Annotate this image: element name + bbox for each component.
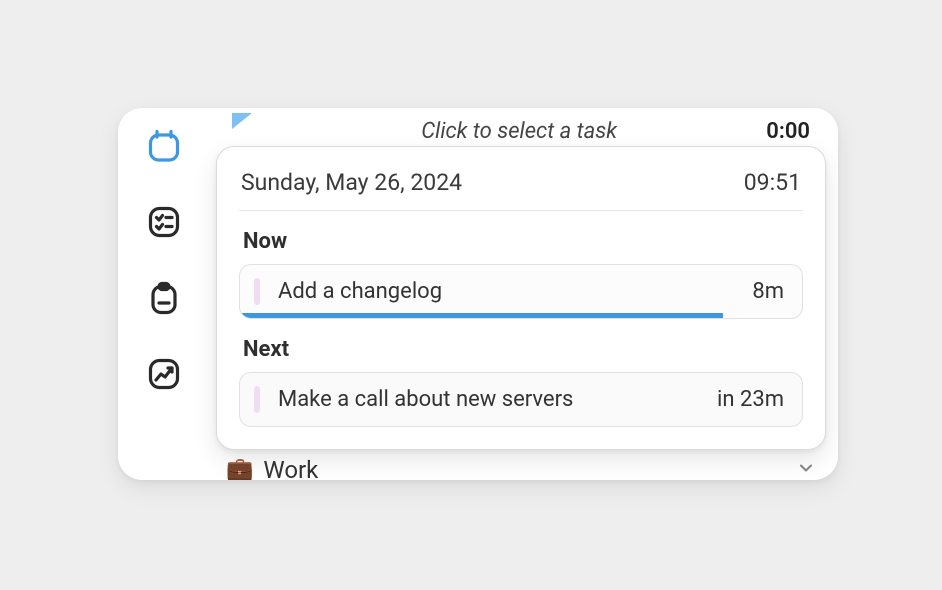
now-label: Now: [243, 229, 803, 254]
task-color-tag: [254, 386, 260, 413]
calendar-icon[interactable]: [144, 126, 184, 166]
app-window: Click to select a task 0:00 Sunday, May …: [118, 108, 838, 480]
now-task[interactable]: Add a changelog 8m: [239, 264, 803, 319]
agenda-date: Sunday, May 26, 2024: [241, 169, 462, 196]
clipboard-icon[interactable]: [144, 278, 184, 318]
main-area: Click to select a task 0:00 Sunday, May …: [210, 108, 838, 480]
task-selector-hint: Click to select a task: [272, 119, 766, 144]
now-task-duration: 8m: [752, 279, 784, 304]
next-task-eta: in 23m: [717, 387, 784, 412]
next-task-title: Make a call about new servers: [264, 387, 717, 412]
now-task-progress: [240, 313, 723, 318]
agenda-time: 09:51: [744, 169, 801, 196]
chevron-down-icon: [798, 460, 822, 481]
next-label: Next: [243, 337, 803, 362]
now-task-title: Add a changelog: [264, 279, 752, 304]
category-row[interactable]: 💼 Work: [216, 450, 826, 480]
sidebar: [118, 108, 210, 480]
stats-icon[interactable]: [144, 354, 184, 394]
task-selector-timer: 0:00: [766, 119, 810, 144]
agenda-header: Sunday, May 26, 2024 09:51: [239, 161, 803, 211]
task-selector-row[interactable]: Click to select a task 0:00: [216, 118, 826, 146]
next-task[interactable]: Make a call about new servers in 23m: [239, 372, 803, 427]
play-indicator-icon: [232, 119, 264, 143]
agenda-card: Sunday, May 26, 2024 09:51 Now Add a cha…: [216, 146, 826, 450]
task-color-tag: [254, 278, 260, 305]
category-label: Work: [263, 456, 788, 480]
briefcase-icon: 💼: [226, 459, 253, 480]
tasks-icon[interactable]: [144, 202, 184, 242]
